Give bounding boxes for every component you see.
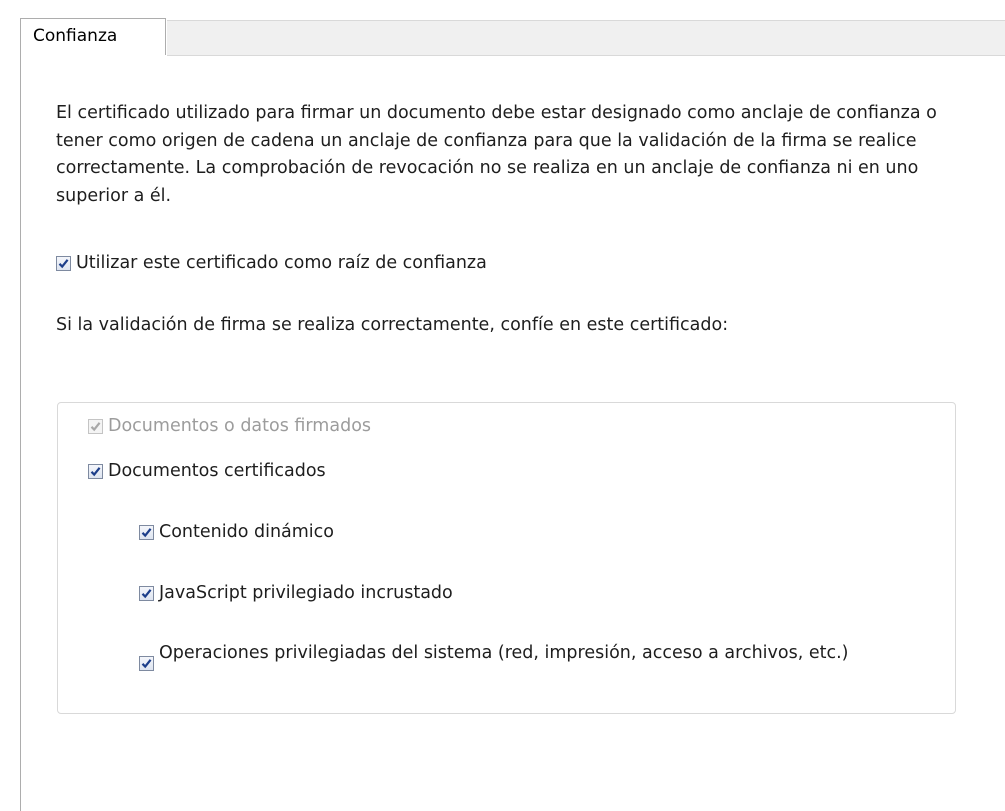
panel-border [20, 54, 21, 811]
privileged-js-label: JavaScript privilegiado incrustado [159, 583, 453, 603]
checkmark-icon [90, 466, 101, 476]
privileged-js-checkbox[interactable] [139, 585, 154, 601]
dynamic-content-option[interactable]: Contenido dinámico [139, 522, 334, 542]
tab-bar-background [167, 20, 1005, 56]
checkmark-icon [58, 258, 69, 268]
checkmark-icon [90, 421, 101, 431]
privileged-ops-label: Operaciones privilegiadas del sistema (r… [159, 643, 849, 663]
signed-docs-option: Documentos o datos firmados [88, 416, 371, 436]
root-trust-label: Utilizar este certificado como raíz de c… [76, 253, 487, 273]
signed-docs-checkbox [88, 418, 103, 434]
root-trust-checkbox[interactable] [56, 255, 71, 271]
certified-docs-label: Documentos certificados [108, 461, 326, 481]
certified-docs-checkbox[interactable] [88, 463, 103, 479]
checkmark-icon [141, 659, 152, 669]
root-trust-option[interactable]: Utilizar este certificado como raíz de c… [56, 253, 487, 273]
dynamic-content-label: Contenido dinámico [159, 522, 334, 542]
tab-label: Confianza [33, 26, 118, 46]
tab-strip: Confianza [0, 0, 1005, 56]
privileged-ops-option[interactable]: Operaciones privilegiadas del sistema (r… [139, 640, 859, 671]
checkmark-icon [141, 588, 152, 598]
certified-docs-option[interactable]: Documentos certificados [88, 461, 326, 481]
privileged-js-option[interactable]: JavaScript privilegiado incrustado [139, 583, 453, 603]
privileged-ops-checkbox[interactable] [139, 656, 154, 671]
dynamic-content-checkbox[interactable] [139, 524, 154, 540]
trust-description: El certificado utilizado para firmar un … [56, 103, 937, 206]
trust-settings-dialog: Confianza El certificado utilizado para … [0, 0, 1005, 811]
signed-docs-label: Documentos o datos firmados [108, 416, 372, 436]
trust-question: Si la validación de firma se realiza cor… [56, 315, 729, 335]
tab-confianza[interactable]: Confianza [20, 18, 166, 55]
checkmark-icon [141, 527, 152, 537]
